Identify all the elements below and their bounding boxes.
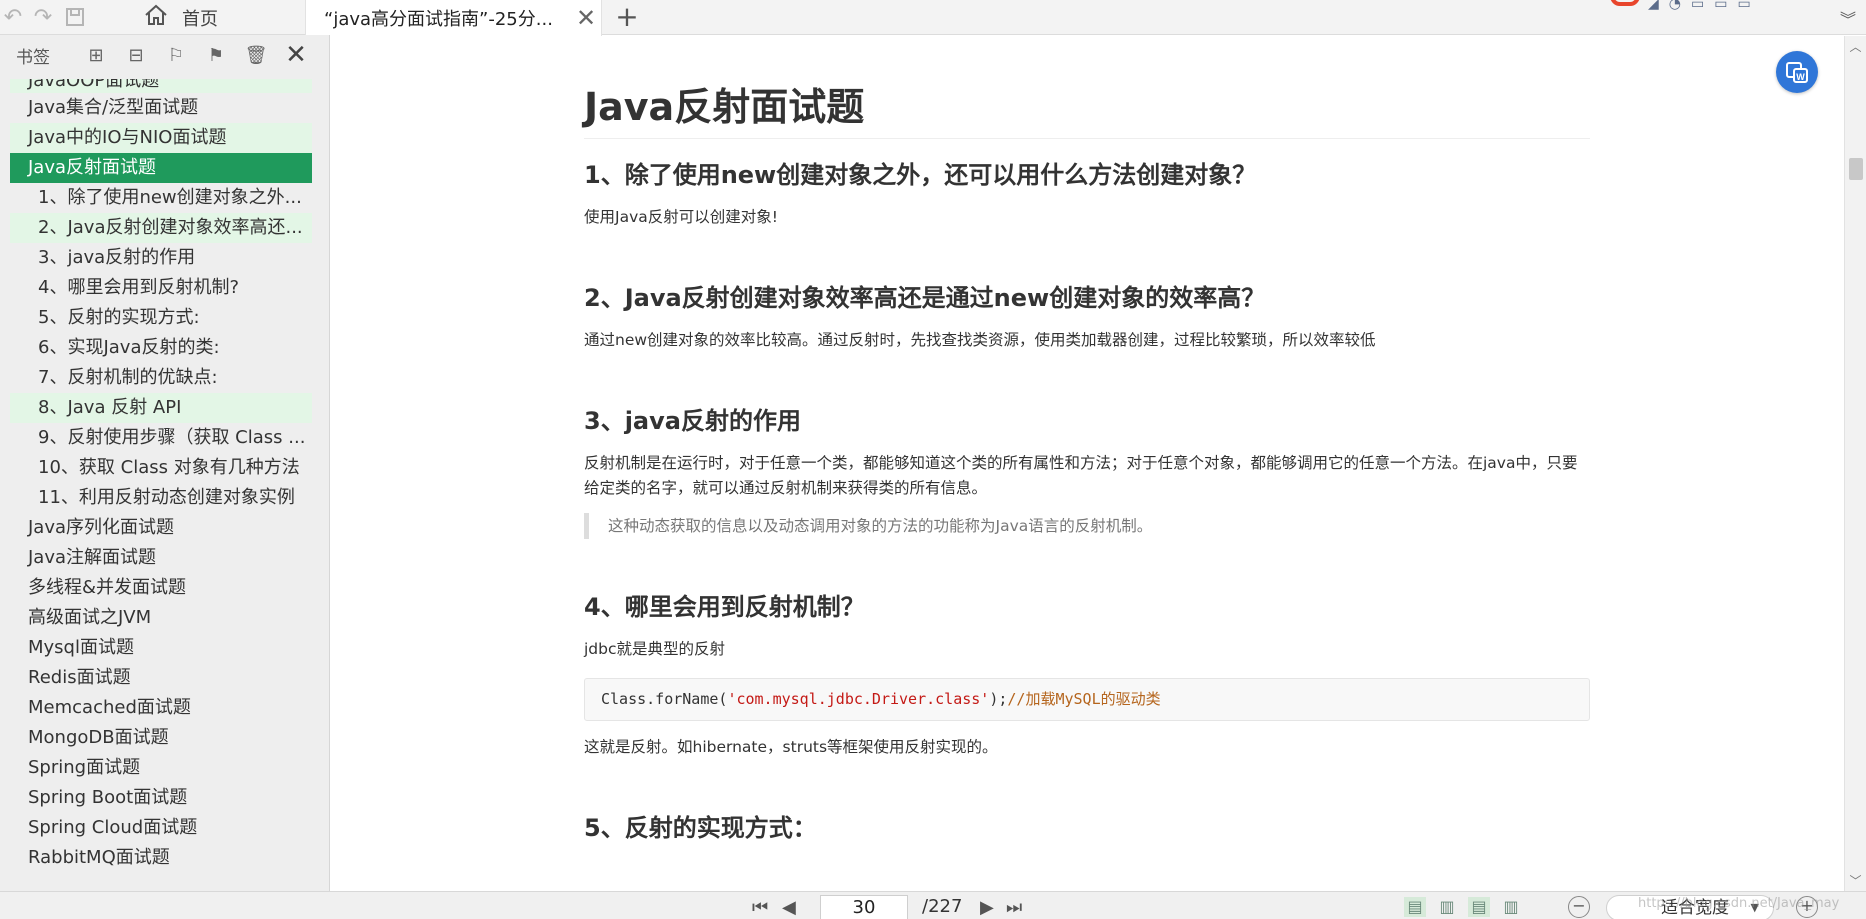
bookmark-item[interactable]: 3、java反射的作用 xyxy=(10,243,312,273)
code-call: Class.forName( xyxy=(601,690,728,708)
chevron-double-down-icon[interactable]: ︾ xyxy=(1840,6,1856,30)
bookmark-item[interactable]: Spring Cloud面试题 xyxy=(10,813,312,843)
redo-icon[interactable]: ↷ xyxy=(30,4,56,30)
bookmark-item[interactable]: RabbitMQ面试题 xyxy=(10,843,312,873)
expand-all-icon[interactable]: ⊞ xyxy=(76,45,116,66)
bookmark-item[interactable]: Spring面试题 xyxy=(10,753,312,783)
continuous-view-icon[interactable]: ▤ xyxy=(1468,897,1490,917)
close-sidebar-icon[interactable]: ✕ xyxy=(276,40,316,70)
next-page-icon[interactable]: ▶ xyxy=(980,897,994,919)
bookmark-item[interactable]: 5、反射的实现方式: xyxy=(10,303,312,333)
bookmark-item[interactable]: Mysql面试题 xyxy=(10,633,312,663)
bookmark-item[interactable]: 2、Java反射创建对象效率高还... xyxy=(10,213,312,243)
bookmark-item[interactable]: 高级面试之JVM xyxy=(10,603,312,633)
zoom-label: 适合宽度 xyxy=(1661,898,1729,918)
two-page-view-icon[interactable]: ▥ xyxy=(1436,897,1458,917)
page-number-input[interactable]: 30 xyxy=(820,895,908,919)
new-tab-button[interactable]: + xyxy=(612,2,642,32)
question-1-heading: 1、除了使用new创建对象之外，还可以用什么方法创建对象？ xyxy=(584,161,1257,189)
bookmark-toolbar: 书签 ⊞ ⊟ ⚐ ⚑ 🗑 ✕ xyxy=(0,35,329,75)
translate-icon[interactable]: W xyxy=(1776,51,1818,93)
bookmark-item[interactable]: Java反射面试题 xyxy=(10,153,312,183)
bookmark-item[interactable]: Java注解面试题 xyxy=(10,543,312,573)
bookmark-item[interactable]: MongoDB面试题 xyxy=(10,723,312,753)
document-content: Java反射面试题 1、除了使用new创建对象之外，还可以用什么方法创建对象？ … xyxy=(584,81,1590,844)
bookmark-item[interactable]: 8、Java 反射 API xyxy=(10,393,312,423)
info-icon[interactable]: ▭ xyxy=(1691,0,1704,12)
question-5-heading: 5、反射的实现方式： xyxy=(584,814,817,842)
prev-page-icon[interactable]: ◀ xyxy=(782,897,796,919)
bookmark-item[interactable]: 9、反射使用步骤（获取 Class ... xyxy=(10,423,312,453)
undo-icon[interactable]: ↶ xyxy=(0,4,26,30)
question-2-answer: 通过new创建对象的效率比较高。通过反射时，先找查找类资源，使用类加载器创建，过… xyxy=(584,331,1376,349)
bookmark-outline: JavaOOP面试题 Java集合/泛型面试题 Java中的IO与NIO面试题 Jav… xyxy=(10,79,312,873)
save-icon[interactable] xyxy=(62,4,88,30)
bookmark-item[interactable]: Java中的IO与NIO面试题 xyxy=(10,123,312,153)
bookmark-item[interactable]: 11、利用反射动态创建对象实例 xyxy=(10,483,312,513)
collapse-all-icon[interactable]: ⊟ xyxy=(116,45,156,66)
close-tab-icon[interactable]: ✕ xyxy=(571,4,601,32)
zoom-out-icon[interactable]: − xyxy=(1568,896,1590,918)
add-bookmark-icon[interactable]: ⚐ xyxy=(156,45,196,66)
bookmark-item[interactable]: JavaOOP面试题 xyxy=(10,79,312,93)
scroll-up-icon[interactable]: ︿ xyxy=(1845,38,1866,55)
question-3-heading: 3、java反射的作用 xyxy=(584,407,801,435)
scroll-thumb[interactable] xyxy=(1849,158,1863,180)
tab-home[interactable]: 首页 xyxy=(140,0,295,35)
question-1-answer: 使用Java反射可以创建对象! xyxy=(584,208,778,226)
single-page-view-icon[interactable]: ▤ xyxy=(1404,897,1426,917)
bookmark-item[interactable]: Java序列化面试题 xyxy=(10,513,312,543)
bookmark-item[interactable]: 10、获取 Class 对象有几种方法 xyxy=(10,453,312,483)
code-string: 'com.mysql.jdbc.Driver.class' xyxy=(727,690,990,708)
bookmark-item[interactable]: 7、反射机制的优缺点: xyxy=(10,363,312,393)
tab-document[interactable]: “java高分面试指南”-25分... ✕ xyxy=(305,0,602,36)
scroll-down-icon[interactable]: ﹀ xyxy=(1845,872,1866,889)
question-3-answer: 反射机制是在运行时，对于任意一个类，都能够知道这个类的所有属性和方法；对于任意个… xyxy=(584,454,1578,497)
settings-icon[interactable]: ▭ xyxy=(1737,0,1750,12)
bookmark-item[interactable]: 多线程&并发面试题 xyxy=(10,573,312,603)
question-4-answer: jdbc就是典型的反射 xyxy=(584,640,726,658)
tab-home-label: 首页 xyxy=(182,8,218,30)
window-tools: ◢ ◔ ▭ ▭ ▭ xyxy=(1648,0,1751,12)
page-title: Java反射面试题 xyxy=(584,81,1590,139)
question-4-followup: 这就是反射。如hibernate，struts等框架使用反射实现的。 xyxy=(584,738,998,756)
bookmark-sidebar: 书签 ⊞ ⊟ ⚐ ⚑ 🗑 ✕ JavaOOP面试题 Java集合/泛型面试题 Jav… xyxy=(0,35,330,891)
zoom-select[interactable]: 适合宽度 ▼ xyxy=(1606,895,1774,919)
share-icon[interactable]: ◢ xyxy=(1648,0,1659,12)
blockquote: 这种动态获取的信息以及动态调用对象的方法的功能称为Java语言的反射机制。 xyxy=(584,513,1590,539)
tab-bar: ↶ ↷ 首页 “java高分面试指南”-25分... ✕ + ◢ ◔ ▭ ▭ ▭… xyxy=(0,0,1866,36)
bookmark-item[interactable]: 1、除了使用new创建对象之外... xyxy=(10,183,312,213)
last-page-icon[interactable]: ⏭ xyxy=(1006,897,1022,919)
remove-bookmark-icon[interactable]: ⚑ xyxy=(196,45,236,66)
first-page-icon[interactable]: ⏮ xyxy=(752,897,768,919)
book-view-icon[interactable]: ▥ xyxy=(1500,897,1522,917)
bookmark-item[interactable]: Memcached面试题 xyxy=(10,693,312,723)
app-logo-icon xyxy=(1610,0,1640,6)
home-icon xyxy=(144,4,168,31)
vertical-scrollbar[interactable]: ︿ ﹀ xyxy=(1844,36,1866,891)
bookmark-item[interactable]: 6、实现Java反射的类: xyxy=(10,333,312,363)
document-view[interactable]: Java反射面试题 1、除了使用new创建对象之外，还可以用什么方法创建对象？ … xyxy=(332,36,1844,891)
account-icon[interactable]: ▭ xyxy=(1714,0,1727,12)
code-end: ); xyxy=(989,690,1008,708)
tab-document-title: “java高分面试指南”-25分... xyxy=(324,9,553,30)
status-bar: ⏮ ◀ 30 /227 ▶ ⏭ ▤ ▥ ▤ ▥ − 适合宽度 ▼ + https… xyxy=(0,891,1866,919)
bookmark-item[interactable]: 4、哪里会用到反射机制? xyxy=(10,273,312,303)
bookmark-item[interactable]: Spring Boot面试题 xyxy=(10,783,312,813)
code-comment: //加载MySQL的驱动类 xyxy=(1007,690,1161,708)
question-2-heading: 2、Java反射创建对象效率高还是通过new创建对象的效率高？ xyxy=(584,284,1266,312)
delete-icon[interactable]: 🗑 xyxy=(236,45,276,66)
question-4-heading: 4、哪里会用到反射机制？ xyxy=(584,593,865,621)
code-block: Class.forName('com.mysql.jdbc.Driver.cla… xyxy=(584,678,1590,721)
page-total: /227 xyxy=(922,896,963,917)
bookmark-item[interactable]: Java集合/泛型面试题 xyxy=(10,93,312,123)
chevron-down-icon: ▼ xyxy=(1750,901,1759,914)
svg-text:W: W xyxy=(1796,72,1805,82)
bookmark-title: 书签 xyxy=(16,47,50,68)
refresh-icon[interactable]: ◔ xyxy=(1669,0,1681,12)
zoom-in-icon[interactable]: + xyxy=(1796,896,1818,918)
bookmark-item[interactable]: Redis面试题 xyxy=(10,663,312,693)
